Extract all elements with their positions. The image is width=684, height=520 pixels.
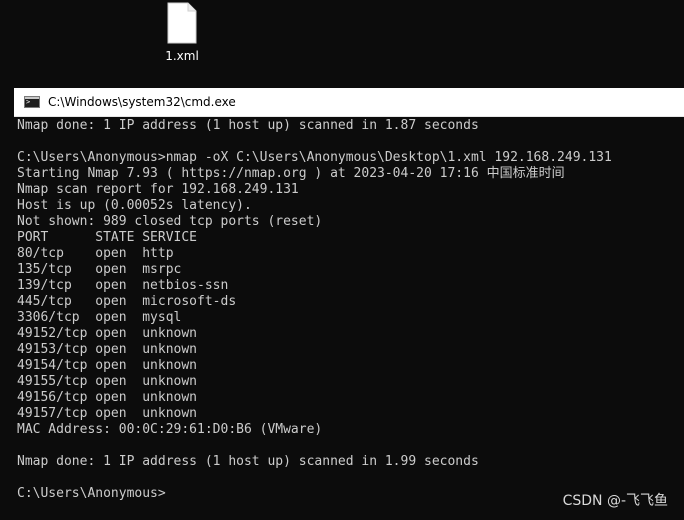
console-line: Nmap done: 1 IP address (1 host up) scan… [17,118,479,133]
window-title: C:\Windows\system32\cmd.exe [48,95,236,109]
console-line: 445/tcp open microsoft-ds [17,294,237,309]
console-line: 49157/tcp open unknown [17,406,198,421]
console-line: 49154/tcp open unknown [17,358,198,373]
console-line: Host is up (0.00052s latency). [17,198,252,213]
console-icon [24,96,40,108]
console-line: 80/tcp open http [17,246,174,261]
console-line: Nmap done: 1 IP address (1 host up) scan… [17,454,479,469]
cmd-window: C:\Windows\system32\cmd.exe Nmap done: 1… [14,88,684,520]
console-line: 49156/tcp open unknown [17,390,198,405]
desktop-file-item[interactable]: 1.xml [152,0,212,80]
console-line: C:\Users\Anonymous>nmap -oX C:\Users\Ano… [17,150,612,165]
watermark: CSDN @-飞飞鱼 [562,493,668,509]
console-line: Nmap scan report for 192.168.249.131 [17,182,299,197]
console-line: 3306/tcp open mysql [17,310,182,325]
console-line: Not shown: 989 closed tcp ports (reset) [17,214,323,229]
console-line: PORT STATE SERVICE [17,230,198,245]
console-line: Starting Nmap 7.93 ( https://nmap.org ) … [17,166,565,181]
console-line: MAC Address: 00:0C:29:61:D0:B6 (VMware) [17,422,323,437]
console-line: 135/tcp open msrpc [17,262,182,277]
console-output[interactable]: Nmap done: 1 IP address (1 host up) scan… [17,118,684,502]
window-titlebar[interactable]: C:\Windows\system32\cmd.exe [14,88,684,117]
document-icon [167,2,197,44]
console-line: 139/tcp open netbios-ssn [17,278,229,293]
console-line: 49155/tcp open unknown [17,374,198,389]
console-line: 49152/tcp open unknown [17,326,198,341]
desktop-file-name: 1.xml [165,49,199,63]
console-line: 49153/tcp open unknown [17,342,198,357]
